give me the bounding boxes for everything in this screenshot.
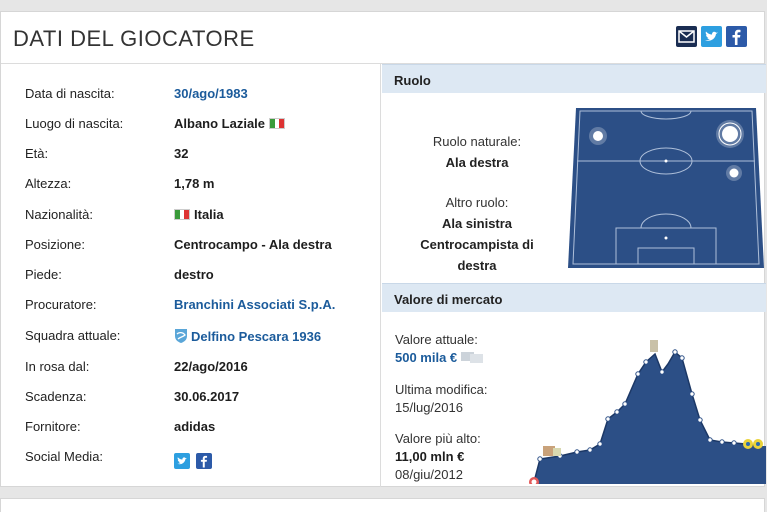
detail-label: Data di nascita: <box>25 86 115 101</box>
position-value: Centrocampo - Ala destra <box>174 237 332 252</box>
card-header: DATI DEL GIOCATORE <box>1 12 764 64</box>
club-link[interactable]: Delfino Pescara 1936 <box>174 328 321 344</box>
detail-row-supplier: Fornitore: adidas <box>1 407 381 437</box>
position-marker-left-wing <box>589 127 607 145</box>
italy-flag-icon <box>269 118 286 129</box>
other-role-value-2: Centrocampista di <box>420 237 534 252</box>
page-title: DATI DEL GIOCATORE <box>13 26 255 51</box>
role-heading: Ruolo <box>394 73 431 88</box>
market-value-section-header: Valore di mercato <box>382 283 766 312</box>
detail-row-height: Altezza: 1,78 m <box>1 164 381 194</box>
age-value: 32 <box>174 146 189 161</box>
italy-flag-icon <box>174 209 190 220</box>
detail-row-position: Posizione: Centrocampo - Ala destra <box>1 225 381 255</box>
player-data-card: DATI DEL GIOCATORE Data di nascita: 30/a… <box>0 11 766 487</box>
natural-role-value: Ala destra <box>445 155 509 170</box>
current-value-label: Valore attuale: <box>395 332 478 347</box>
highest-value-label: Valore più alto: <box>395 431 481 446</box>
detail-label: Procuratore: <box>25 297 97 312</box>
player-details: Data di nascita: 30/ago/1983 Luogo di na… <box>1 64 381 487</box>
club-text: Delfino Pescara 1936 <box>191 329 322 344</box>
detail-label: Altezza: <box>25 176 72 191</box>
birthdate-link[interactable]: 30/ago/1983 <box>174 86 248 101</box>
foot-value: destro <box>174 267 214 282</box>
detail-label: Social Media: <box>25 449 104 464</box>
detail-row-joined: In rosa dal: 22/ago/2016 <box>1 347 381 377</box>
last-change-date: 15/lug/2016 <box>395 400 463 415</box>
position-marker-right-midfield <box>726 165 742 181</box>
comments-icon <box>460 352 483 363</box>
highest-value: 11,00 mln € <box>395 449 465 464</box>
detail-row-birthdate: Data di nascita: 30/ago/1983 <box>1 74 381 104</box>
club-marker-icon <box>543 446 561 456</box>
market-value-chart <box>529 340 766 484</box>
agent-link[interactable]: Branchini Associati S.p.A. <box>174 297 335 312</box>
detail-label: In rosa dal: <box>25 359 90 374</box>
other-role-label: Altro ruolo: <box>445 195 509 210</box>
contract-value: 30.06.2017 <box>174 389 240 404</box>
position-marker-right-wing <box>716 120 744 148</box>
highest-value-date: 08/giu/2012 <box>395 467 463 482</box>
detail-row-nationality: Nazionalità: Italia <box>1 195 381 225</box>
twitter-icon[interactable] <box>174 453 190 469</box>
birthplace-value: Albano Laziale <box>174 116 289 131</box>
twitter-icon[interactable] <box>701 26 722 47</box>
facebook-icon[interactable] <box>196 453 212 469</box>
envelope-icon[interactable] <box>676 26 697 47</box>
supplier-value: adidas <box>174 419 216 434</box>
detail-label: Scadenza: <box>25 389 87 404</box>
detail-row-social: Social Media: <box>1 437 381 467</box>
birthplace-text: Albano Laziale <box>174 116 266 131</box>
other-role-value-1: Ala sinistra <box>441 216 513 231</box>
position-pitch-diagram <box>568 108 764 268</box>
detail-label: Luogo di nascita: <box>25 116 124 131</box>
detail-label: Squadra attuale: <box>25 328 121 343</box>
detail-row-foot: Piede: destro <box>1 255 381 285</box>
nationality-text: Italia <box>194 207 224 222</box>
club-marker-icon <box>650 340 658 352</box>
current-value[interactable]: 500 mila € <box>395 350 485 365</box>
detail-label: Nazionalità: <box>25 207 93 222</box>
last-change-label: Ultima modifica: <box>395 382 488 397</box>
detail-label: Posizione: <box>25 237 85 252</box>
detail-row-agent: Procuratore: Branchini Associati S.p.A. <box>1 285 381 315</box>
market-heading: Valore di mercato <box>394 292 503 307</box>
detail-label: Età: <box>25 146 49 161</box>
next-section-card <box>0 498 765 512</box>
other-role-value-3: destra <box>457 258 497 273</box>
role-section-header: Ruolo <box>382 64 766 93</box>
joined-value: 22/ago/2016 <box>174 359 248 374</box>
detail-label: Piede: <box>25 267 62 282</box>
current-value-text: 500 mila € <box>395 350 458 365</box>
natural-role-label: Ruolo naturale: <box>432 134 522 149</box>
detail-row-club: Squadra attuale: Delfino Pescara 1936 <box>1 316 381 346</box>
detail-row-birthplace: Luogo di nascita: Albano Laziale <box>1 104 381 134</box>
detail-label: Fornitore: <box>25 419 81 434</box>
club-crest-icon <box>175 329 187 343</box>
detail-row-contract: Scadenza: 30.06.2017 <box>1 377 381 407</box>
nationality-value: Italia <box>174 207 224 222</box>
player-side-panel: Ruolo Ruolo naturale: Ala destra Altro r… <box>382 64 766 487</box>
detail-row-age: Età: 32 <box>1 134 381 164</box>
facebook-icon[interactable] <box>726 26 747 47</box>
height-value: 1,78 m <box>174 176 215 191</box>
